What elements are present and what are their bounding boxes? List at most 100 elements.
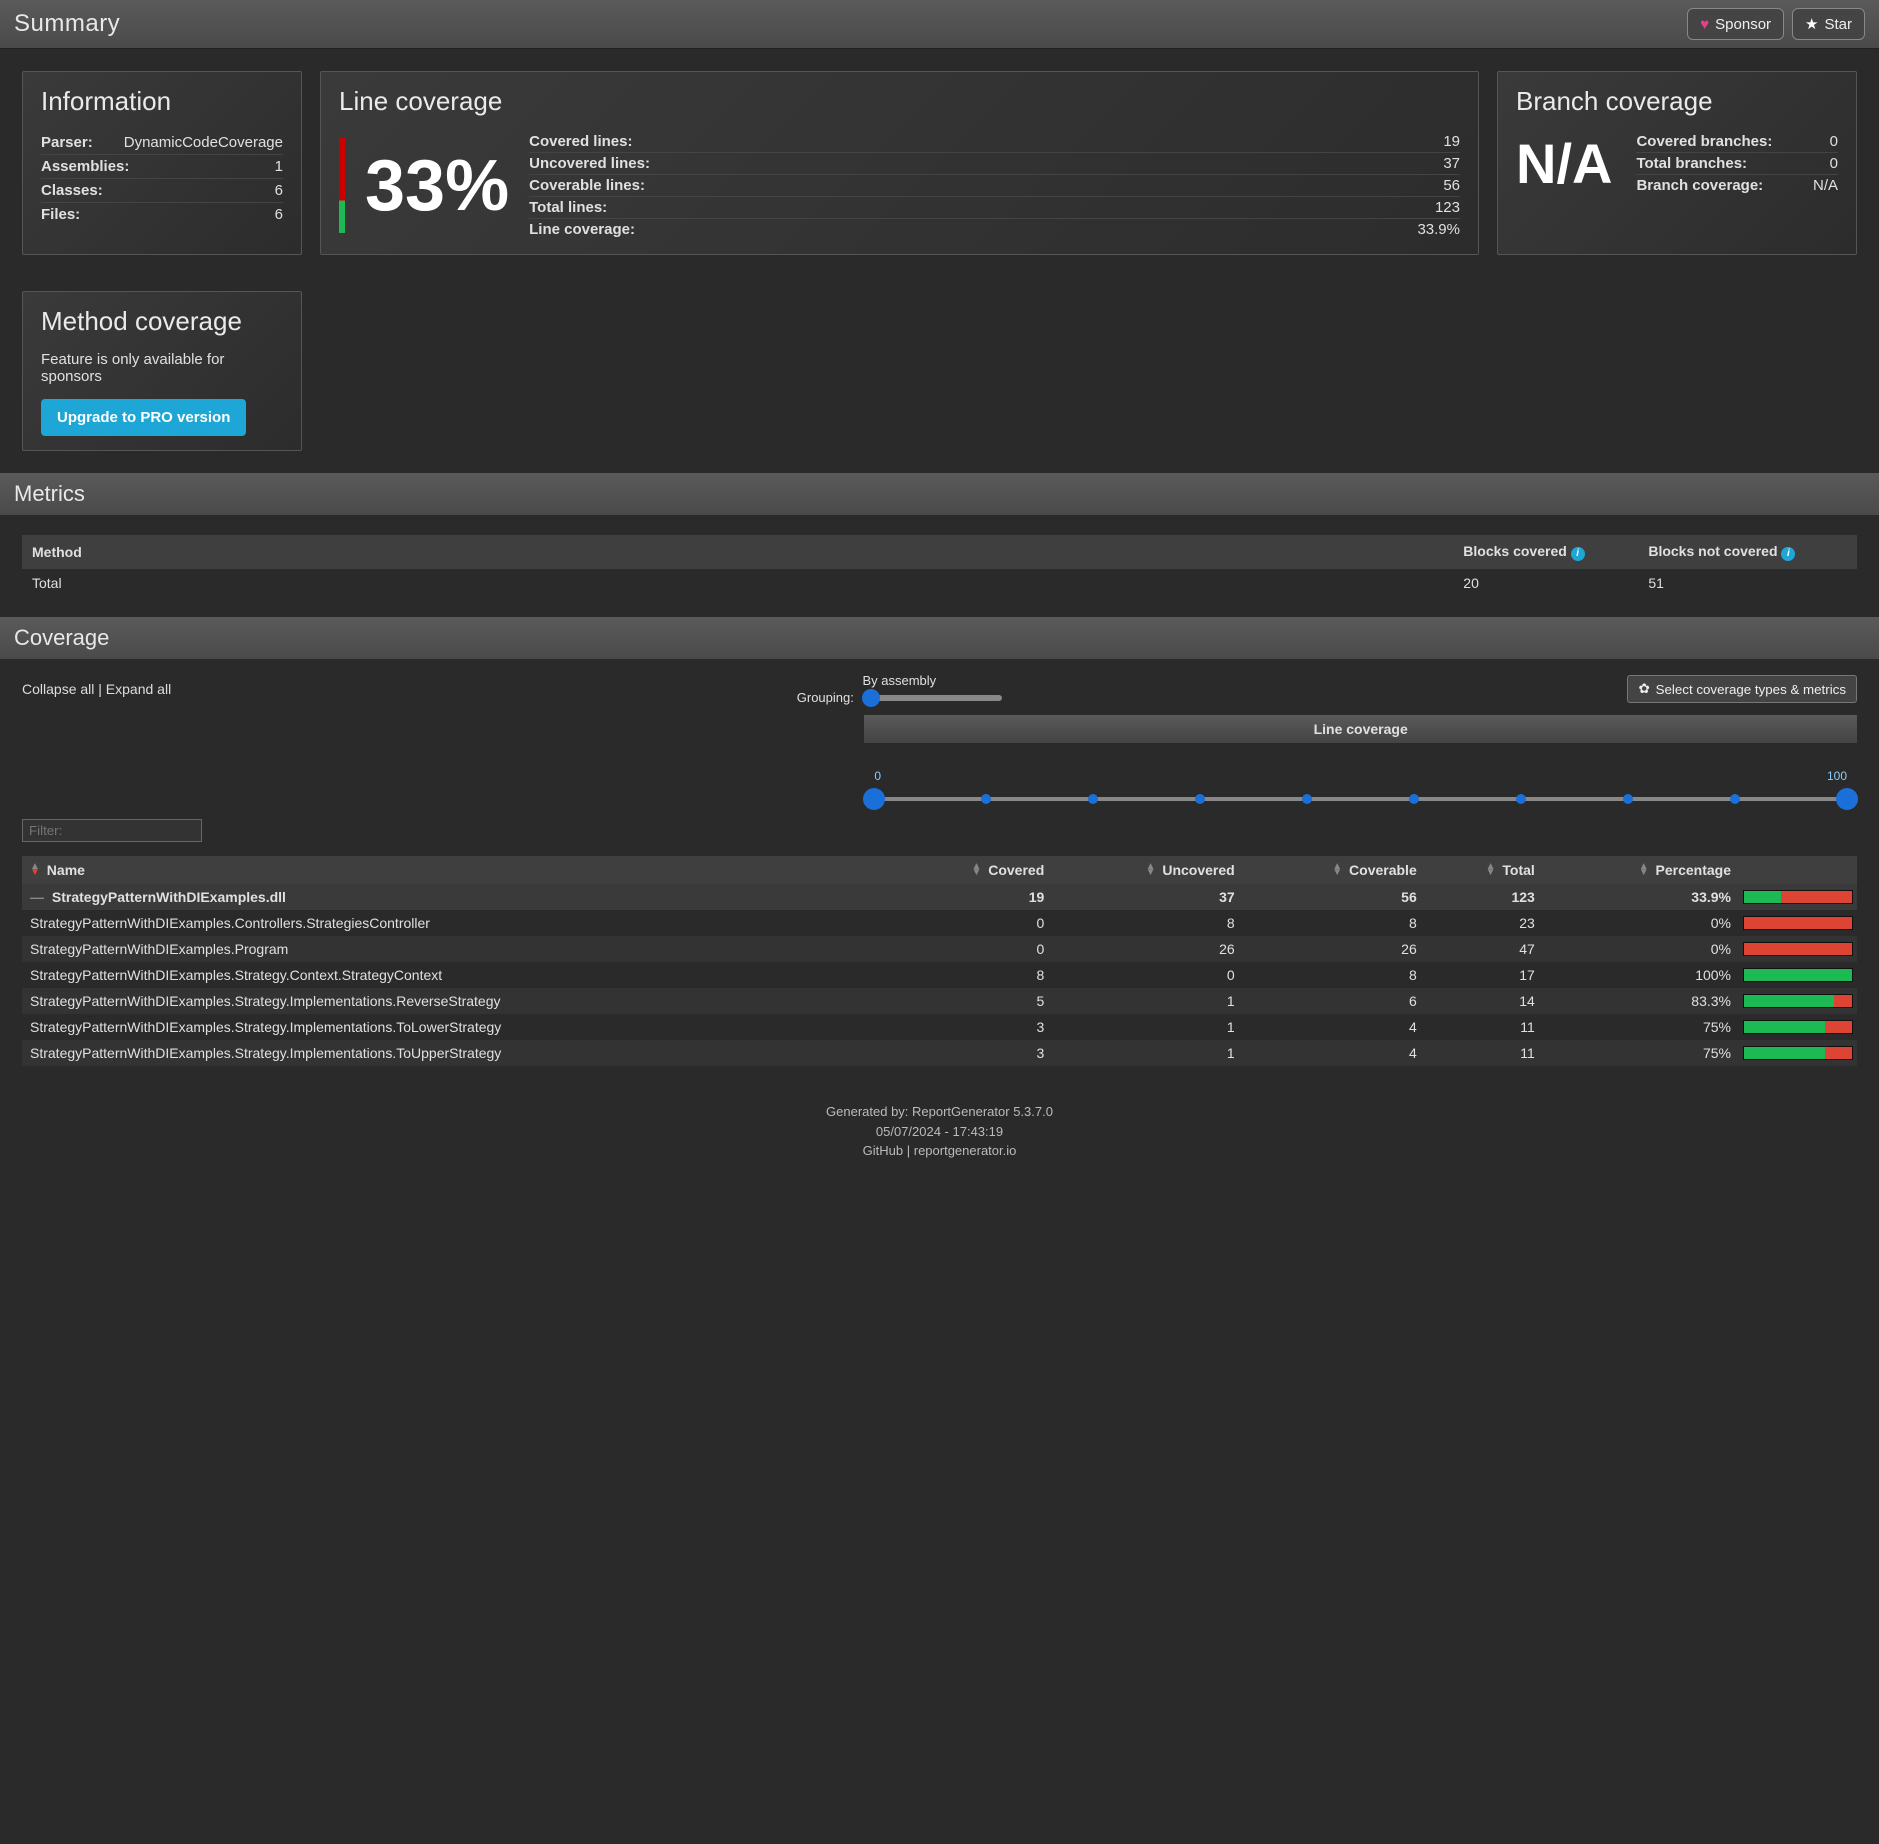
grouping-label: Grouping:	[797, 690, 854, 705]
name-cell: StrategyPatternWithDIExamples.Strategy.I…	[22, 1040, 891, 1066]
page-title: Summary	[14, 10, 120, 38]
pct-cell: 83.3%	[1543, 988, 1739, 1014]
info-row: Assemblies:1	[41, 155, 283, 179]
coverage-table: ▲▼ Name▲▼ Covered▲▼ Uncovered▲▼ Coverabl…	[22, 856, 1857, 1066]
class-row[interactable]: StrategyPatternWithDIExamples.Strategy.I…	[22, 988, 1857, 1014]
cov-col-name[interactable]: ▲▼ Name	[22, 856, 891, 884]
name-cell: StrategyPatternWithDIExamples.Controller…	[22, 910, 891, 936]
uncovered-cell: 8	[1052, 910, 1242, 936]
filter-row	[0, 811, 1879, 850]
info-row: Files: 6	[41, 203, 283, 226]
coverage-range-slider[interactable]: 0 100	[864, 751, 1857, 811]
covered-cell: 0	[891, 936, 1052, 962]
gear-icon: ✿	[1638, 681, 1649, 697]
sort-icon: ▲▼	[30, 864, 40, 876]
uncovered-cell: 1	[1052, 988, 1242, 1014]
coverage-header: Coverage	[0, 617, 1879, 659]
collapse-icon[interactable]: —	[30, 889, 44, 905]
name-cell: StrategyPatternWithDIExamples.Strategy.C…	[22, 962, 891, 988]
coverable-cell: 56	[1243, 884, 1425, 910]
pct-cell: 33.9%	[1543, 884, 1739, 910]
select-metrics-button[interactable]: ✿ Select coverage types & metrics	[1627, 675, 1857, 703]
footer-site-link[interactable]: reportgenerator.io	[914, 1143, 1017, 1158]
bar-cell	[1739, 962, 1857, 988]
name-cell: StrategyPatternWithDIExamples.Program	[22, 936, 891, 962]
class-row[interactable]: StrategyPatternWithDIExamples.Strategy.C…	[22, 962, 1857, 988]
collapse-all-link[interactable]: Collapse all	[22, 681, 94, 697]
metrics-table: Method Blocks covered i Blocks not cover…	[22, 535, 1857, 597]
cov-col-total[interactable]: ▲▼ Total	[1425, 856, 1543, 884]
info-icon[interactable]: i	[1571, 547, 1585, 561]
pct-cell: 0%	[1543, 936, 1739, 962]
metrics-header: Metrics	[0, 473, 1879, 515]
metrics-col-method[interactable]: Method	[22, 535, 1453, 569]
sort-icon: ▲▼	[1486, 864, 1496, 876]
expand-all-link[interactable]: Expand all	[106, 681, 171, 697]
total-cell: 11	[1425, 1014, 1543, 1040]
header-buttons: ♥ Sponsor ★ Star	[1687, 8, 1865, 40]
line-coverage-title: Line coverage	[339, 86, 1460, 117]
sponsor-label: Sponsor	[1715, 16, 1771, 33]
total-cell: 23	[1425, 910, 1543, 936]
cov-col-covered[interactable]: ▲▼ Covered	[891, 856, 1052, 884]
bar-cell	[1739, 1014, 1857, 1040]
class-row[interactable]: StrategyPatternWithDIExamples.Strategy.I…	[22, 1040, 1857, 1066]
info-icon[interactable]: i	[1781, 547, 1795, 561]
total-cell: 17	[1425, 962, 1543, 988]
uncovered-cell: 1	[1052, 1014, 1242, 1040]
info-value: 1	[275, 158, 283, 175]
info-row: Parser:DynamicCodeCoverage	[41, 131, 283, 155]
assembly-row[interactable]: — StrategyPatternWithDIExamples.dll 19 3…	[22, 884, 1857, 910]
info-label: Files:	[41, 206, 80, 223]
branch-coverage-title: Branch coverage	[1516, 86, 1838, 117]
info-value: DynamicCodeCoverage	[124, 134, 283, 151]
bar-cell	[1739, 936, 1857, 962]
total-cell: 14	[1425, 988, 1543, 1014]
class-row[interactable]: StrategyPatternWithDIExamples.Program 0 …	[22, 936, 1857, 962]
info-row: Classes:6	[41, 179, 283, 203]
name-cell: StrategyPatternWithDIExamples.Strategy.I…	[22, 1014, 891, 1040]
footer-timestamp: 05/07/2024 - 17:43:19	[0, 1122, 1879, 1142]
cov-col-uncovered[interactable]: ▲▼ Uncovered	[1052, 856, 1242, 884]
method-coverage-msg: Feature is only available for sponsors	[41, 351, 283, 385]
range-max: 100	[1827, 769, 1847, 783]
sort-icon: ▲▼	[1639, 864, 1649, 876]
pct-cell: 100%	[1543, 962, 1739, 988]
uncovered-cell: 26	[1052, 936, 1242, 962]
cov-col-percentage[interactable]: ▲▼ Percentage	[1543, 856, 1739, 884]
summary-header: Summary ♥ Sponsor ★ Star	[0, 0, 1879, 49]
sponsor-button[interactable]: ♥ Sponsor	[1687, 8, 1784, 40]
footer-github-link[interactable]: GitHub	[863, 1143, 903, 1158]
branch-coverage-na: N/A	[1516, 131, 1612, 196]
info-value: 6	[275, 206, 283, 223]
metrics-col-blocks-covered[interactable]: Blocks covered i	[1453, 535, 1638, 569]
bar-cell	[1739, 988, 1857, 1014]
branch-coverage-card: Branch coverage N/A Covered branches:0To…	[1497, 71, 1857, 255]
grouping-control: By assembly Grouping:	[797, 673, 1002, 705]
cards-row: Information Parser:DynamicCodeCoverageAs…	[0, 49, 1879, 473]
uncovered-cell: 1	[1052, 1040, 1242, 1066]
line-coverage-subheader: Line coverage	[864, 715, 1857, 743]
filter-input[interactable]	[22, 819, 202, 842]
class-row[interactable]: StrategyPatternWithDIExamples.Strategy.I…	[22, 1014, 1857, 1040]
sort-icon: ▲▼	[1332, 864, 1342, 876]
range-track[interactable]	[874, 797, 1847, 801]
range-handle-min[interactable]	[863, 788, 885, 810]
pct-cell: 75%	[1543, 1014, 1739, 1040]
grouping-slider[interactable]	[862, 695, 1002, 701]
covered-cell: 3	[891, 1014, 1052, 1040]
line-coverage-card: Line coverage 33% Covered lines:19Uncove…	[320, 71, 1479, 255]
uncovered-cell: 0	[1052, 962, 1242, 988]
sort-icon: ▲▼	[971, 864, 981, 876]
cov-col-coverable[interactable]: ▲▼ Coverable	[1243, 856, 1425, 884]
upgrade-pro-button[interactable]: Upgrade to PRO version	[41, 399, 246, 436]
coverable-cell: 26	[1243, 936, 1425, 962]
star-button[interactable]: ★ Star	[1792, 8, 1865, 40]
range-handle-max[interactable]	[1836, 788, 1858, 810]
bar-cell	[1739, 910, 1857, 936]
class-row[interactable]: StrategyPatternWithDIExamples.Controller…	[22, 910, 1857, 936]
metrics-col-blocks-not-covered[interactable]: Blocks not covered i	[1638, 535, 1857, 569]
pct-cell: 75%	[1543, 1040, 1739, 1066]
covered-cell: 8	[891, 962, 1052, 988]
coverable-cell: 6	[1243, 988, 1425, 1014]
